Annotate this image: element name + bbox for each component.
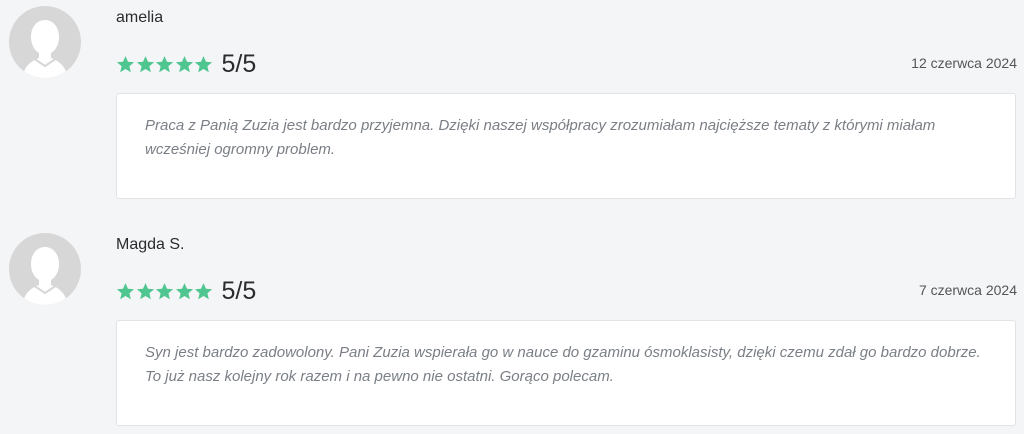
star-rating [116, 276, 214, 306]
rating-score: 5/5 [221, 277, 257, 305]
review-item: amelia 5/5 12 czerwca 2024 Praca z Panią… [0, 0, 1024, 220]
star-icon [175, 282, 193, 299]
review-text: Syn jest bardzo zadowolony. Pani Zuzia w… [145, 344, 981, 385]
star-icon [194, 55, 213, 72]
star-icon [155, 282, 174, 299]
reviews-list: amelia 5/5 12 czerwca 2024 Praca z Panią… [0, 0, 1024, 434]
star-icon [116, 282, 135, 299]
star-icon [116, 55, 135, 72]
avatar [9, 6, 81, 78]
user-silhouette-icon [23, 247, 67, 305]
review-date: 7 czerwca 2024 [918, 282, 1017, 298]
star-icon [175, 55, 193, 72]
review-item: Magda S. 5/5 7 czerwca 2024 Syn jest bar… [0, 227, 1024, 434]
star-icon [155, 55, 174, 72]
review-author: amelia [116, 9, 164, 26]
star-rating [116, 49, 214, 79]
review-text: Praca z Panią Zuzia jest bardzo przyjemn… [145, 117, 936, 158]
review-author: Magda S. [116, 236, 185, 253]
avatar [9, 233, 81, 305]
star-icon [136, 282, 154, 299]
rating: 5/5 [116, 276, 256, 306]
star-icon [136, 55, 154, 72]
review-body-box: Praca z Panią Zuzia jest bardzo przyjemn… [116, 93, 1016, 199]
review-date: 12 czerwca 2024 [911, 55, 1017, 71]
review-body-box: Syn jest bardzo zadowolony. Pani Zuzia w… [116, 320, 1016, 426]
star-icon [194, 282, 213, 299]
user-silhouette-icon [23, 20, 67, 78]
rating-score: 5/5 [221, 50, 257, 78]
rating: 5/5 [116, 49, 256, 79]
